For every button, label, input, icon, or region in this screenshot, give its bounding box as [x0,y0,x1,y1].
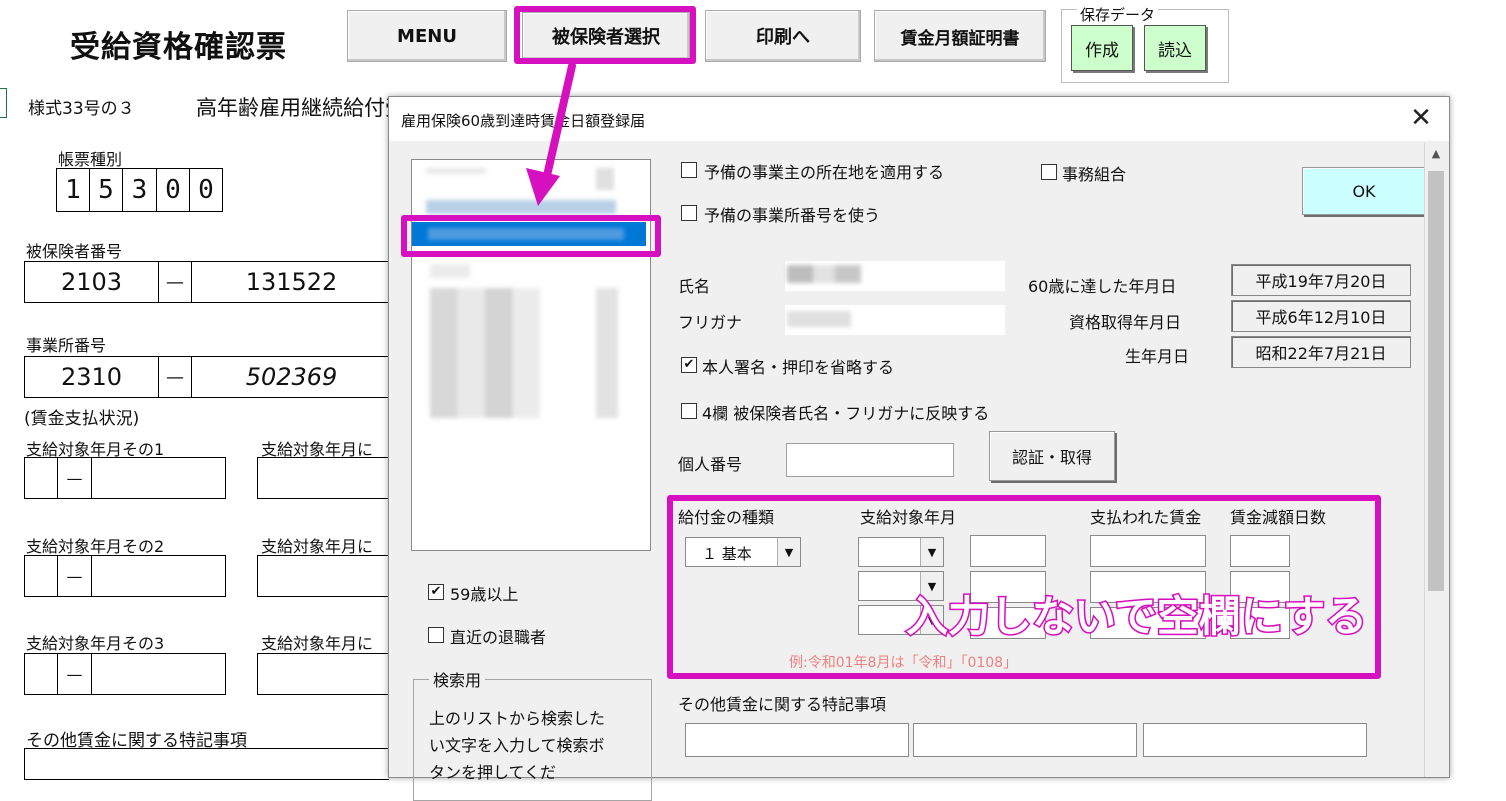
scroll-thumb[interactable] [1428,171,1444,591]
use-spare-office-no-checkbox[interactable] [681,205,697,221]
name-label: 氏名 [678,277,711,296]
load-button[interactable]: 読込 [1144,25,1206,71]
save-data-label: 保存データ [1077,4,1159,25]
insured-number-part1: 2103 [25,262,159,302]
office-number-part1: 2310 [25,357,159,397]
sheet-other-wage-box [24,748,389,780]
reflect-name-label: 4欄 被保険者氏名・フリガナに反映する [702,404,990,423]
pay-month-2-label: 支給対象年月その2 [26,537,165,556]
reached-60-label: 60歳に達した年月日 [1028,277,1177,296]
office-number: 2310 — 502369 [24,356,391,398]
pay-month-col2-label: 支給対象年月に [261,537,374,556]
voucher-type-digits: 1 5 3 0 0 [56,168,223,212]
annotation-arrow-icon [526,62,576,206]
pay-month-1-col2-box [257,457,389,499]
over59-label: 59歳以上 [450,585,519,604]
insured-number: 2103 — 131522 [24,261,391,303]
my-number-input[interactable] [786,443,954,477]
voucher-digit: 5 [90,169,123,211]
other-wage-label: その他賃金に関する特記事項 [678,695,887,714]
pay-month-3-col2-box [257,653,389,695]
voucher-digit: 1 [57,169,90,211]
reached-60-value: 平成19年7月20日 [1231,264,1411,296]
office-number-label: 事業所番号 [26,336,107,355]
reflect-name-checkbox[interactable] [681,403,697,419]
qualified-date-value: 平成6年12月10日 [1231,300,1411,332]
pay-month-col2-label: 支給対象年月に [261,634,374,653]
office-union-label: 事務組合 [1062,165,1127,184]
pay-month-1-box: — [24,457,226,499]
other-wage-input-2[interactable] [913,723,1137,757]
pay-month-3-box: — [24,653,226,695]
pay-month-3-label: 支給対象年月その3 [26,634,165,653]
pay-month-1-dash: — [58,458,92,498]
use-spare-office-no-label: 予備の事業所番号を使う [704,206,881,225]
list-selection-highlight [401,215,661,257]
birth-date-value: 昭和22年7月21日 [1231,336,1411,368]
annotation-text: 入力しないで空欄にする [904,591,1368,643]
recent-retiree-label: 直近の退職者 [450,628,547,647]
pay-month-2-box: — [24,555,226,597]
insured-number-label: 被保険者番号 [26,242,123,261]
furigana-label: フリガナ [678,313,743,332]
voucher-digit: 0 [198,175,214,205]
use-spare-address-checkbox[interactable] [681,162,697,178]
over59-checkbox[interactable]: ✔ [428,584,444,600]
birth-date-label: 生年月日 [1125,347,1190,366]
office-union-checkbox[interactable] [1041,164,1057,180]
scroll-up-icon[interactable]: ▲ [1428,147,1444,163]
wage-cert-button[interactable]: 賃金月額証明書 [874,10,1046,62]
qualified-date-label: 資格取得年月日 [1069,313,1182,332]
use-spare-address-label: 予備の事業主の所在地を適用する [704,163,945,182]
pay-month-2-dash: — [58,556,92,596]
cell-cursor [0,88,7,118]
ok-button[interactable]: OK [1302,167,1426,215]
form-name: 高年齢雇用継続給付受給資格確認票 [196,96,388,120]
office-number-dash: — [159,357,192,397]
omit-seal-checkbox[interactable]: ✔ [681,357,697,373]
pay-month-2-col2-box [257,555,389,597]
dialog-scrollbar[interactable]: ▲ [1424,143,1449,777]
omit-seal-label: 本人署名・押印を省略する [702,358,895,377]
name-field[interactable] [785,261,1005,291]
search-group-label: 検索用 [429,667,486,691]
insured-number-part2: 131522 [245,268,338,296]
my-number-label: 個人番号 [678,455,743,474]
voucher-type-label: 帳票種別 [58,150,123,169]
voucher-digit: 3 [123,169,157,211]
to-print-button[interactable]: 印刷へ [705,10,861,62]
office-number-part2: 502369 [245,363,338,391]
insured-number-dash: — [159,262,192,302]
furigana-field[interactable] [785,305,1005,335]
close-icon[interactable]: ✕ [1407,103,1435,133]
form-number: 様式33号の３ [28,99,135,119]
pay-month-3-dash: — [58,654,92,694]
other-wage-input-1[interactable] [685,723,909,757]
wage-status-label: (賃金支払状況) [24,409,140,429]
sheet-title: 受給資格確認票 [70,30,287,65]
recent-retiree-checkbox[interactable] [428,627,444,643]
select-insured-highlight [514,6,696,64]
list-item[interactable] [430,288,540,418]
search-help-text: 上のリストから検索したい文字を入力して検索ボタンを押してくだ [429,709,606,782]
other-wage-input-3[interactable] [1143,723,1367,757]
menu-button[interactable]: MENU [347,10,507,62]
voucher-digit: 0 [157,169,190,211]
create-button[interactable]: 作成 [1071,25,1133,71]
auth-button[interactable]: 認証・取得 [989,431,1115,481]
